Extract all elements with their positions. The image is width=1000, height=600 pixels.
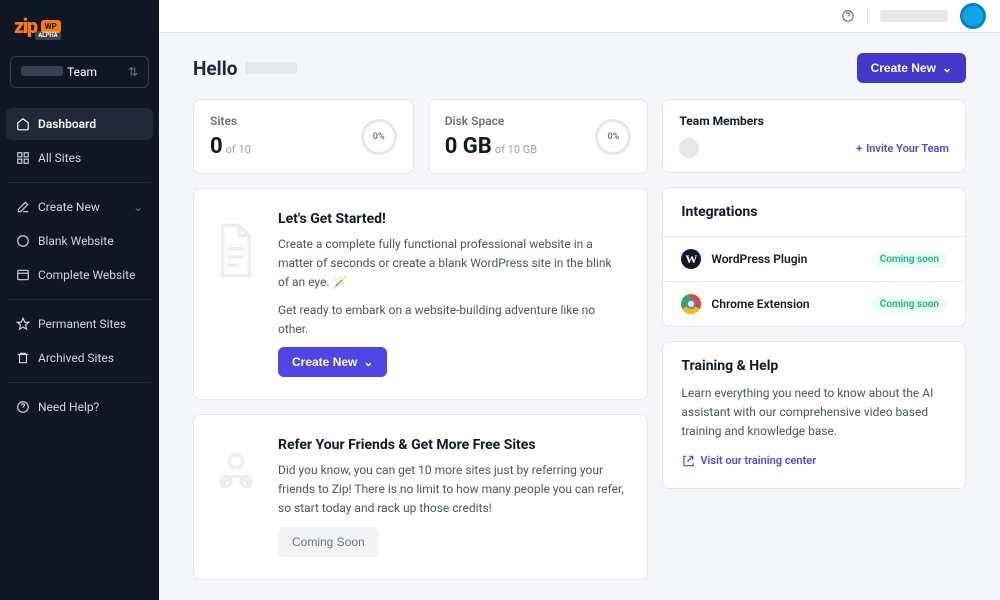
invite-team-label: Invite Your Team [866, 142, 949, 155]
stat-disk-ring: 0% [595, 119, 631, 155]
create-new-cta-button[interactable]: Create New ⌄ [278, 347, 387, 377]
team-card: Team Members + Invite Your Team [662, 99, 966, 173]
star-icon [16, 317, 30, 331]
stat-disk-label: Disk Space [445, 114, 537, 128]
chevron-down-icon: ⌄ [133, 200, 143, 214]
team-selector[interactable]: Team ⇅ [10, 56, 149, 88]
plus-icon: + [856, 142, 862, 155]
integrations-card: Integrations W WordPress Plugin Coming s… [662, 187, 966, 327]
get-started-title: Let's Get Started! [278, 211, 625, 227]
logo-zip: zip [14, 14, 37, 38]
sidebar-item-blank-website[interactable]: Blank Website [6, 225, 153, 257]
get-started-text2: Get ready to embark on a website-buildin… [278, 301, 625, 339]
chevron-down-icon: ⌄ [942, 61, 952, 75]
sidebar-item-all-sites[interactable]: All Sites [6, 142, 153, 174]
integration-wordpress: W WordPress Plugin Coming soon [663, 236, 965, 281]
sidebar-create-new-label: Create New [38, 200, 100, 214]
help-icon [16, 400, 30, 414]
stat-disk-of: of 10 GB [495, 143, 537, 156]
sidebar-dashboard-label: Dashboard [38, 117, 96, 131]
stat-sites-card: Sites 0of 10 0% [193, 99, 414, 174]
chevron-up-down-icon: ⇅ [128, 65, 138, 79]
stat-disk-pct: 0% [608, 132, 620, 142]
hello-redacted [245, 62, 297, 74]
content: Hello Create New ⌄ Sites 0of 10 [159, 33, 1000, 600]
hello-text: Hello [193, 57, 237, 80]
sidebar-item-permanent-sites[interactable]: Permanent Sites [6, 308, 153, 340]
external-link-icon [681, 454, 695, 468]
stat-disk-value: 0 GB [445, 134, 492, 159]
sidebar-all-sites-label: All Sites [38, 151, 81, 165]
logo-wp-badge: WPALPHA [41, 20, 61, 33]
create-new-label: Create New [871, 61, 936, 75]
coming-soon-badge: Coming soon [872, 296, 947, 313]
refer-card: Refer Your Friends & Get More Free Sites… [193, 414, 648, 580]
home-icon [16, 117, 30, 131]
sidebar-need-help-label: Need Help? [38, 400, 99, 414]
sidebar-item-need-help[interactable]: Need Help? [6, 391, 153, 423]
grid-icon [16, 151, 30, 165]
chevron-down-icon: ⌄ [363, 355, 373, 369]
page-title: Hello [193, 57, 297, 80]
coming-soon-badge: Coming soon [872, 251, 947, 268]
sidebar-nav: Dashboard All Sites Create New ⌄ Blank W… [6, 106, 153, 425]
sidebar-archived-label: Archived Sites [38, 351, 114, 365]
stat-disk-card: Disk Space 0 GBof 10 GB 0% [428, 99, 649, 174]
stat-sites-ring: 0% [361, 119, 397, 155]
sidebar-item-archived-sites[interactable]: Archived Sites [6, 342, 153, 374]
main: Hello Create New ⌄ Sites 0of 10 [159, 0, 1000, 600]
team-member-avatar [679, 138, 699, 158]
stat-sites-of: of 10 [226, 143, 251, 156]
get-started-card: Let's Get Started! Create a complete ful… [193, 188, 648, 400]
get-started-text1: Create a complete fully functional profe… [278, 235, 625, 293]
training-center-link[interactable]: Visit our training center [681, 454, 816, 468]
document-icon [216, 211, 260, 377]
help-card: Training & Help Learn everything you nee… [662, 341, 966, 489]
refer-cta-label: Coming Soon [292, 535, 365, 549]
integration-chrome-label: Chrome Extension [711, 297, 809, 311]
integrations-title: Integrations [681, 204, 947, 220]
refer-coming-soon-button: Coming Soon [278, 527, 379, 557]
sidebar-complete-label: Complete Website [38, 268, 135, 282]
help-link-label: Visit our training center [700, 454, 816, 467]
help-text: Learn everything you need to know about … [681, 384, 947, 442]
logo: zip WPALPHA [6, 10, 153, 48]
stat-sites-pct: 0% [373, 132, 385, 142]
topbar-redacted [880, 10, 948, 22]
sidebar-item-create-new[interactable]: Create New ⌄ [6, 191, 153, 223]
stat-sites-value: 0 [210, 134, 223, 159]
stat-sites-label: Sites [210, 114, 251, 128]
wordpress-icon [16, 234, 30, 248]
invite-team-link[interactable]: + Invite Your Team [856, 142, 949, 155]
refer-title: Refer Your Friends & Get More Free Sites [278, 437, 625, 453]
refer-text: Did you know, you can get 10 more sites … [278, 461, 625, 519]
create-new-cta-label: Create New [292, 355, 357, 369]
page-head: Hello Create New ⌄ [193, 53, 966, 83]
team-title: Team Members [679, 114, 949, 128]
integration-chrome: Chrome Extension Coming soon [663, 281, 965, 326]
users-icon [216, 437, 260, 557]
edit-icon [16, 200, 30, 214]
sidebar-item-complete-website[interactable]: Complete Website [6, 259, 153, 291]
team-label: Team [67, 65, 97, 79]
layout-icon [16, 268, 30, 282]
trash-icon [16, 351, 30, 365]
help-circle-icon[interactable] [841, 9, 855, 23]
logo-alpha-badge: ALPHA [35, 31, 60, 40]
chrome-icon [681, 294, 701, 314]
help-title: Training & Help [681, 358, 947, 374]
wordpress-icon: W [681, 249, 701, 269]
sidebar: zip WPALPHA Team ⇅ Dashboard All Sites C… [0, 0, 159, 600]
topbar [159, 0, 1000, 33]
sidebar-item-dashboard[interactable]: Dashboard [6, 108, 153, 140]
sidebar-blank-label: Blank Website [38, 234, 114, 248]
topbar-divider [867, 7, 868, 25]
sidebar-permanent-label: Permanent Sites [38, 317, 126, 331]
create-new-button[interactable]: Create New ⌄ [857, 53, 966, 83]
user-avatar[interactable] [960, 3, 986, 29]
integration-wp-label: WordPress Plugin [711, 252, 807, 266]
